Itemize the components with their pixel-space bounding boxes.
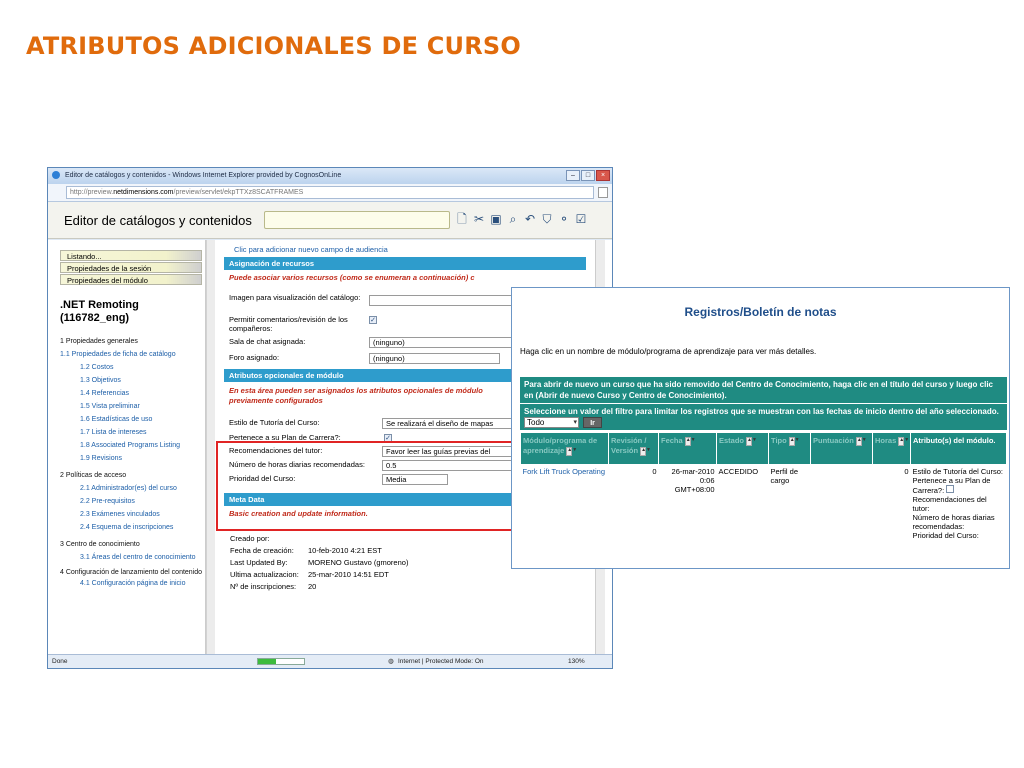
close-button[interactable]: ×	[596, 170, 610, 181]
globe-icon: ◍	[388, 658, 394, 665]
app-search-input[interactable]	[264, 211, 450, 229]
sort-icon[interactable]: ▲▼	[746, 436, 757, 446]
sitemap-icon[interactable]: ⚬	[558, 212, 570, 226]
sidebar-item[interactable]: 1.5 Vista preliminar	[60, 400, 205, 413]
sidebar-section: 2 Políticas de acceso	[60, 472, 127, 479]
sidebar-section: 1 Propiedades generales	[60, 338, 138, 345]
course-heading: .NET Remoting (116782_eng)	[60, 299, 139, 324]
resources-section-header: Asignación de recursos	[224, 257, 586, 270]
app-title: Editor de catálogos y contenidos	[64, 213, 252, 228]
sidebar-item[interactable]: 1.3 Objetivos	[60, 374, 205, 387]
comments-checkbox[interactable]: ✓	[369, 316, 377, 324]
tab-session-properties[interactable]: Propiedades de la sesión	[60, 262, 202, 273]
col-hours[interactable]: Horas ▲▼	[872, 432, 911, 466]
sidebar-item[interactable]: 2.3 Exámenes vinculados	[60, 508, 205, 521]
sidebar-item[interactable]: 3.1 Áreas del centro de conocimiento	[60, 551, 205, 564]
ie-logo-icon	[52, 171, 60, 179]
records-grid: Para abrir de nuevo un curso que ha sido…	[520, 377, 1007, 542]
col-revision[interactable]: Revisión / Versión ▲▼	[608, 432, 659, 466]
transcript-panel: Registros/Boletín de notas Haga clic en …	[511, 287, 1010, 569]
col-module[interactable]: Módulo/programa de aprendizaje ▲▼	[520, 432, 609, 466]
sidebar: Listando... Propiedades de la sesión Pro…	[48, 240, 206, 654]
sidebar-item[interactable]: 1.8 Associated Programs Listing	[60, 439, 205, 452]
sidebar-item[interactable]: 1.6 Estadísticas de uso	[60, 413, 205, 426]
tutoring-field[interactable]: Se realizará el diseño de mapas	[382, 418, 522, 429]
window-title: Editor de catálogos y contenidos - Windo…	[64, 171, 342, 179]
sort-icon[interactable]: ▲▼	[566, 446, 577, 456]
sidebar-item[interactable]: 1.4 Referencias	[60, 387, 205, 400]
shield-icon[interactable]: ⛉	[541, 212, 553, 226]
minimize-button[interactable]: –	[566, 170, 580, 181]
sidebar-item[interactable]: 1.2 Costos	[60, 361, 205, 374]
col-score[interactable]: Puntuación ▲▼	[810, 432, 873, 466]
checklist-icon[interactable]: ☑	[575, 212, 587, 226]
col-type[interactable]: Tipo ▲▼	[768, 432, 811, 466]
status-bar: Done ◍ Internet | Protected Mode: On 130…	[48, 654, 612, 668]
status-text: Done	[52, 658, 68, 665]
reopen-note: Para abrir de nuevo un curso que ha sido…	[520, 377, 1007, 404]
sort-icon[interactable]: ▲▼	[855, 436, 867, 446]
undo-icon[interactable]: ↶	[524, 212, 536, 226]
new-document-icon[interactable]: 🗋	[456, 212, 468, 226]
sidebar-item[interactable]: 1.9 Revisions	[60, 452, 205, 465]
panel-instruction: Haga clic en un nombre de módulo/program…	[520, 347, 817, 356]
sidebar-item[interactable]: 1.1 Propiedades de ficha de catálogo	[60, 348, 205, 361]
window-titlebar: Editor de catálogos y contenidos - Windo…	[48, 168, 612, 184]
sort-icon[interactable]: ▲▼	[640, 446, 651, 456]
address-bar: http://preview.netdimensions.com/preview…	[48, 184, 612, 202]
resources-note: Puede asociar varios recursos (como se e…	[229, 273, 475, 282]
search-icon[interactable]: ⌕	[507, 212, 519, 226]
zoom-level[interactable]: 130%	[568, 655, 585, 668]
table-row: Fork Lift Truck Operating 0 26-mar-2010 …	[521, 465, 1007, 543]
sidebar-item[interactable]: 1.7 Lista de intereses	[60, 426, 205, 439]
sidebar-scrollbar[interactable]	[206, 240, 215, 654]
sidebar-item[interactable]: 2.4 Esquema de inscripciones	[60, 521, 205, 534]
sort-icon[interactable]: ▲▼	[684, 436, 696, 446]
go-button[interactable]: Ir	[583, 417, 602, 429]
page-icon[interactable]	[598, 187, 608, 198]
cut-icon[interactable]: ✂	[473, 212, 485, 226]
module-attributes: Estilo de Tutoría del Curso: Pertenece a…	[912, 467, 1003, 541]
slide-title: ATRIBUTOS ADICIONALES DE CURSO	[26, 32, 521, 60]
sidebar-item[interactable]: 4.1 Configuración página de inicio	[60, 577, 205, 590]
module-link[interactable]: Fork Lift Truck Operating	[523, 467, 606, 476]
app-header: Editor de catálogos y contenidos 🗋 ✂ ▣ ⌕…	[48, 202, 612, 239]
sidebar-section: 3 Centro de conocimiento	[60, 541, 140, 548]
col-status[interactable]: Estado ▲▼	[716, 432, 769, 466]
records-table: Módulo/programa de aprendizaje ▲▼ Revisió…	[520, 432, 1007, 542]
highlight-box	[216, 441, 524, 531]
sidebar-section: 4 Configuración de lanzamiento del conte…	[60, 569, 203, 576]
tab-module-properties[interactable]: Propiedades del módulo	[60, 274, 202, 285]
toolbar: 🗋 ✂ ▣ ⌕ ↶ ⛉ ⚬ ☑	[456, 212, 587, 226]
save-icon[interactable]: ▣	[490, 212, 502, 226]
career-plan-checkbox[interactable]	[946, 485, 955, 494]
tab-listing[interactable]: Listando...	[60, 250, 202, 261]
add-audience-link[interactable]: Clic para adicionar nuevo campo de audie…	[234, 245, 586, 254]
forum-select[interactable]: (ninguno)	[369, 353, 500, 364]
sort-icon[interactable]: ▲▼	[788, 436, 800, 446]
year-filter-select[interactable]: Todo	[524, 417, 579, 429]
sidebar-nav: 1 Propiedades generales 1.1 Propiedades d…	[60, 335, 205, 590]
panel-title: Registros/Boletín de notas	[684, 305, 837, 319]
col-attributes: Atributo(s) del módulo.	[910, 432, 1007, 466]
col-date[interactable]: Fecha ▲▼	[658, 432, 717, 466]
maximize-button[interactable]: □	[581, 170, 595, 181]
filter-row: Seleccione un valor del filtro para limi…	[520, 404, 1007, 432]
sidebar-item[interactable]: 2.2 Pre-requisitos	[60, 495, 205, 508]
url-field[interactable]: http://preview.netdimensions.com/preview…	[66, 186, 594, 199]
progress-bar	[257, 658, 305, 665]
sidebar-item[interactable]: 2.1 Administrador(es) del curso	[60, 482, 205, 495]
security-zone: Internet | Protected Mode: On	[398, 658, 484, 665]
sort-icon[interactable]: ▲▼	[898, 436, 909, 446]
